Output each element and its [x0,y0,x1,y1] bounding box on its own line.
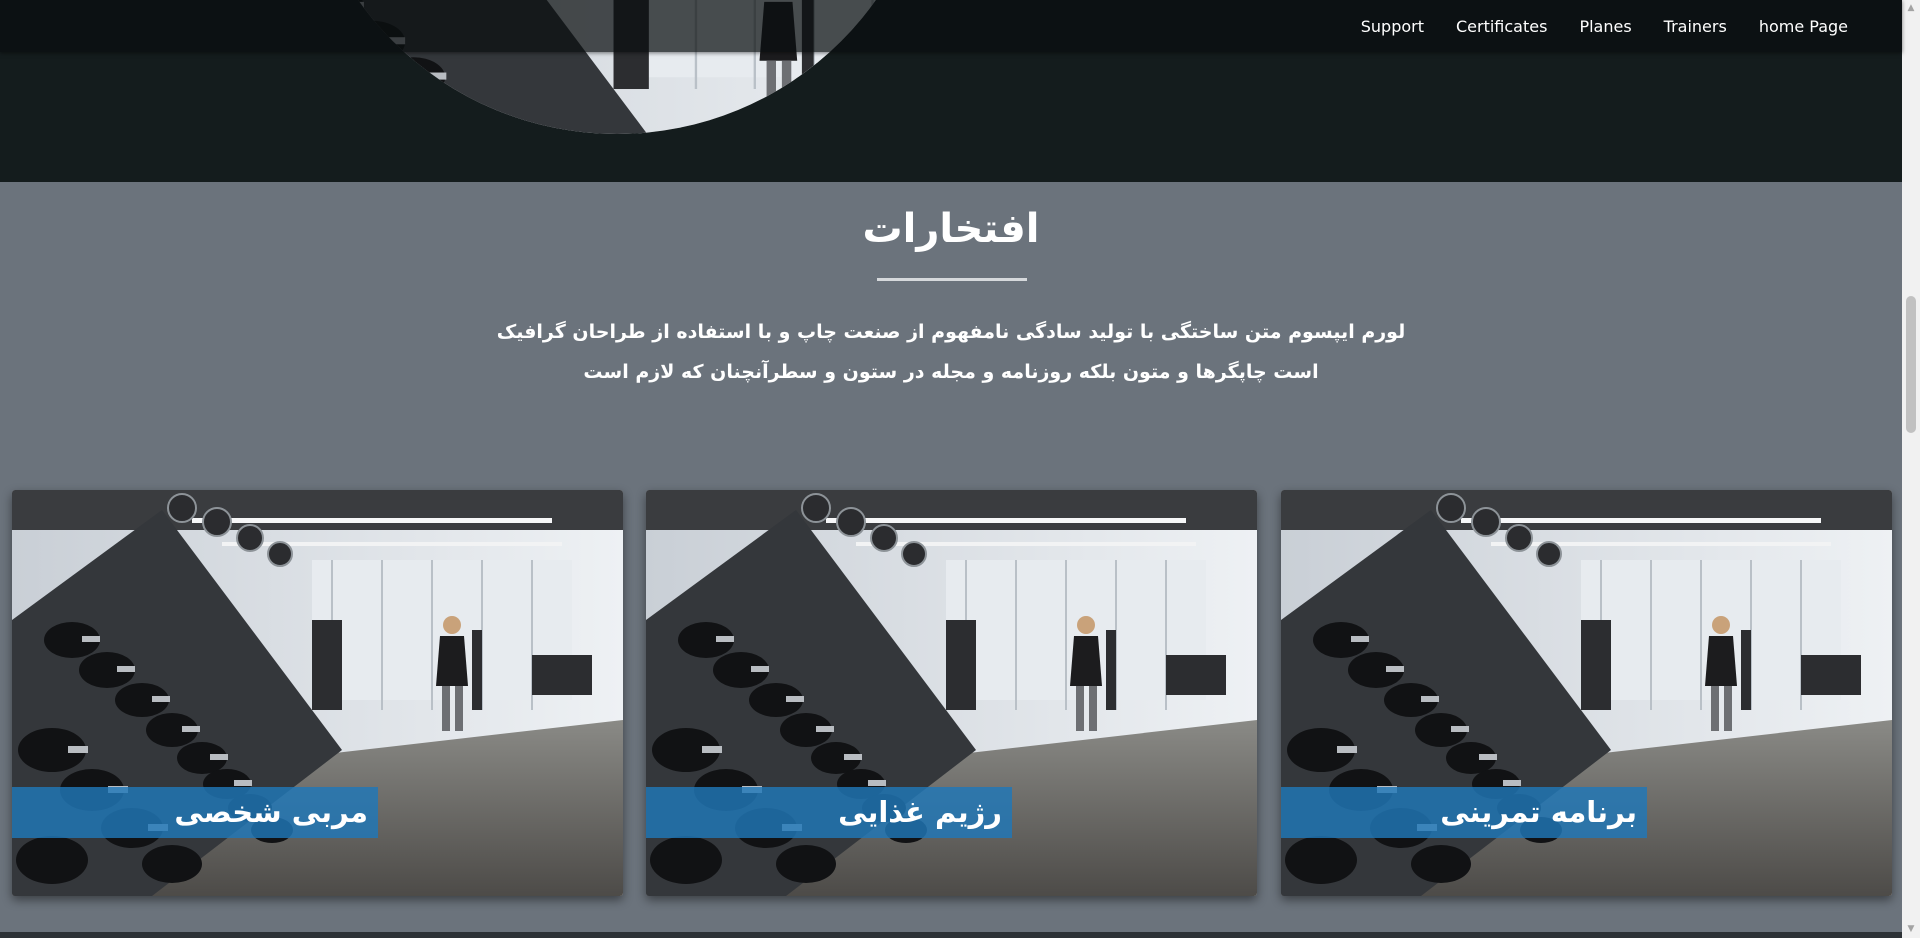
nav-links: Support Certificates Planes Trainers hom… [1329,0,1848,52]
nav-link-support[interactable]: Support [1361,17,1424,36]
scroll-up-arrow-icon[interactable]: ▲ [1902,0,1920,17]
card-diet[interactable]: رژیم غذایی [646,490,1257,896]
nav-link-trainers[interactable]: Trainers [1664,17,1727,36]
nav-link-planes[interactable]: Planes [1579,17,1631,36]
feature-cards: مربی شخصی رژیم غذایی برنامه تمرینی [12,490,1892,898]
vertical-scrollbar[interactable]: ▲ ▼ [1902,0,1920,938]
scrollbar-thumb[interactable] [1906,296,1916,433]
section-title: افتخارات [862,206,1040,252]
next-section-edge [0,932,1902,938]
card-label: برنامه تمرینی [1281,787,1647,838]
section-description: لورم ایپسوم متن ساختگی با تولید سادگی نا… [496,321,1406,383]
card-label: مربی شخصی [12,787,378,838]
card-workout-plan[interactable]: برنامه تمرینی [1281,490,1892,896]
nav-link-certificates[interactable]: Certificates [1456,17,1547,36]
scroll-down-arrow-icon[interactable]: ▼ [1902,921,1920,938]
title-underline [877,278,1027,281]
top-navbar: Support Certificates Planes Trainers hom… [0,0,1902,52]
nav-link-home-page[interactable]: home Page [1759,17,1848,36]
card-personal-trainer[interactable]: مربی شخصی [12,490,623,896]
card-label: رژیم غذایی [646,787,1012,838]
